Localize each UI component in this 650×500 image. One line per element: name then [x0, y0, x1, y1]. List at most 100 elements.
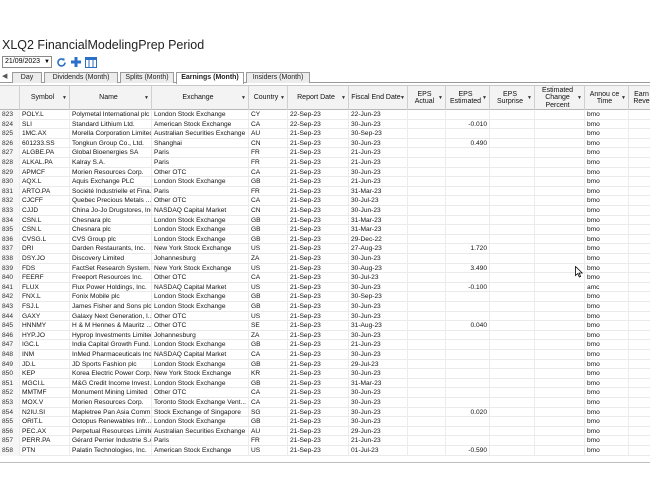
table-cell	[408, 321, 446, 331]
table-cell	[629, 177, 650, 187]
table-row[interactable]: 843 FSJ.L James Fisher and Sons plc London …	[0, 302, 650, 312]
table-cell: 21-Sep-23	[288, 407, 349, 418]
tab-dividends[interactable]: Dividends (Month)	[44, 72, 118, 83]
table-row[interactable]: 832 CJCFF Quebec Precious Metals ... Other …	[0, 196, 650, 206]
table-cell	[629, 436, 650, 446]
column-header-report-date[interactable]: Report Date ▼	[288, 86, 349, 110]
column-header-eps-surprise[interactable]: EPS Surprise ▼	[490, 86, 535, 110]
table-cell: InMed Pharmaceuticals Inc.	[72, 350, 152, 360]
column-header-estimated-change-percent[interactable]: Estimated Change Percent ▼	[535, 86, 585, 110]
table-cell: GB	[249, 234, 288, 245]
table-row[interactable]: 847 IGC.L India Capital Growth Fund... Lond…	[0, 340, 650, 350]
table-cell: CA	[249, 398, 288, 408]
table-cell: India Capital Growth Fund...	[72, 340, 152, 350]
table-row[interactable]: 841 FLUX Flux Power Holdings, Inc. NASDAQ C…	[0, 282, 650, 293]
table-cell	[535, 407, 585, 418]
filter-dropdown-icon[interactable]: ▼	[241, 95, 246, 103]
table-row[interactable]: 827 ALGBE.PA Global Bioenergies SA Paris FR 2…	[0, 148, 650, 158]
table-row[interactable]: 837 DRI Darden Restaurants, Inc. New York S…	[0, 244, 650, 254]
table-cell: Toronto Stock Exchange Vent...	[152, 398, 249, 408]
table-row[interactable]: 842 FNX.L Fonix Mobile plc London Stock Exc…	[0, 292, 650, 302]
table-row[interactable]: 857 PERR.PA Gérard Perrier Industrie S.A. P…	[0, 436, 650, 446]
table-row[interactable]: 824 SLI Standard Lithium Ltd. American Stoc…	[0, 119, 650, 130]
table-row[interactable]: 828 ALKAL.PA Kalray S.A. Paris FR 21-Sep-23 21…	[0, 158, 650, 168]
table-row[interactable]: 830 AQX.L Aquis Exchange PLC London Stock E…	[0, 177, 650, 187]
column-header-eps-actual[interactable]: EPS Actual ▼	[408, 86, 446, 110]
table-cell: H & M Hennes & Mauritz ...	[72, 321, 152, 331]
table-row[interactable]: 848 INM InMed Pharmaceuticals Inc. NASDAQ C…	[0, 350, 650, 360]
column-header-eps-estimated[interactable]: EPS Estimated ▼	[446, 86, 490, 110]
column-header-exchange[interactable]: Exchange ▼	[152, 86, 249, 110]
table-row[interactable]: 831 ARTO.PA Société Industrielle et Fina..…	[0, 186, 650, 197]
filter-dropdown-icon[interactable]: ▼	[62, 95, 67, 103]
chevron-down-icon[interactable]: ▼	[44, 57, 50, 67]
table-row[interactable]: 846 HYP.JO Hyprop Investments Limited Johan…	[0, 330, 650, 341]
filter-dropdown-icon[interactable]: ▼	[621, 95, 626, 103]
table-row[interactable]: 856 PEC.AX Perpetual Resources Limited Aust…	[0, 426, 650, 437]
table-row[interactable]: 840 FEERF Freeport Resources Inc. Other OTC…	[0, 273, 650, 283]
table-row[interactable]: 833 CJJD China Jo-Jo Drugstores, Inc. NASDA…	[0, 206, 650, 216]
date-picker[interactable]: 21/09/2023 ▼	[2, 56, 52, 68]
table-cell	[490, 138, 535, 149]
table-cell: 21-Sep-23	[288, 330, 349, 341]
table-cell	[629, 129, 650, 139]
column-header-label: EPS Surprise	[496, 90, 524, 106]
column-header-row-number[interactable]	[0, 86, 20, 110]
table-row[interactable]: 825 1MC.AX Morella Corporation Limited Aust…	[0, 129, 650, 139]
table-row[interactable]: 838 DSY.JO Discovery Limited Johannesburg ZA…	[0, 254, 650, 264]
table-cell: 30-Jun-23	[349, 206, 408, 216]
refresh-icon[interactable]	[55, 56, 67, 68]
filter-dropdown-icon[interactable]: ▼	[400, 95, 405, 103]
table-cell: London Stock Exchange	[152, 110, 249, 120]
table-row[interactable]: 855 ORIT.L Octopus Renewables Infr... Londo…	[0, 417, 650, 427]
table-row[interactable]: 834 CSN.L Chesnara plc London Stock Exchang…	[0, 215, 650, 226]
table-cell: bmo	[585, 244, 629, 254]
table-row[interactable]: 823 POLY.L Polymetal International plc Lond…	[0, 110, 650, 120]
filter-dropdown-icon[interactable]: ▼	[438, 95, 443, 103]
column-header-name[interactable]: Name ▼	[70, 86, 152, 110]
table-row[interactable]: 849 JD.L JD Sports Fashion plc London Stock…	[0, 359, 650, 370]
chevron-left-icon[interactable]: ◀	[2, 72, 10, 82]
column-header-symbol[interactable]: Symbol ▼	[20, 86, 70, 110]
table-cell: Australian Securities Exchange	[152, 426, 249, 437]
tab-splits[interactable]: Splits (Month)	[120, 72, 174, 83]
table-row[interactable]: 835 CSN.L Chesnara plc London Stock Exchang…	[0, 225, 650, 235]
column-header-country[interactable]: Country ▼	[249, 86, 288, 110]
table-cell: bmo	[585, 302, 629, 312]
tab-earnings[interactable]: Earnings (Month)	[176, 72, 244, 84]
table-cell	[535, 196, 585, 206]
column-header-earn-reve[interactable]: Earn Reve	[629, 86, 650, 110]
filter-dropdown-icon[interactable]: ▼	[280, 95, 285, 103]
table-cell	[629, 302, 650, 312]
table-row[interactable]: 826 601233.SS Tongkun Group Co., Ltd. Shang…	[0, 138, 650, 149]
table-cell: 21-Sep-23	[288, 186, 349, 197]
table-cell	[535, 330, 585, 341]
table-row[interactable]: 850 KEP Korea Electric Power Corp... New Yo…	[0, 369, 650, 379]
plus-icon[interactable]	[70, 56, 82, 68]
table-row[interactable]: 854 N2IU.SI Mapletree Pan Asia Comm... Stoc…	[0, 407, 650, 418]
table-cell: 30-Jun-23	[349, 311, 408, 322]
table-cell: London Stock Exchange	[152, 417, 249, 427]
filter-dropdown-icon[interactable]: ▼	[527, 95, 532, 103]
filter-dropdown-icon[interactable]: ▼	[341, 95, 346, 103]
table-cell: 30-Jun-23	[349, 254, 408, 264]
column-header-fiscal-end-date[interactable]: Fiscal End Date ▼	[349, 86, 408, 110]
table-row[interactable]: 844 GAXY Galaxy Next Generation, I... Other…	[0, 311, 650, 322]
table-row[interactable]: 851 MGCI.L M&G Credit Income Invest... Lond…	[0, 378, 650, 389]
tab-day[interactable]: Day	[12, 72, 42, 83]
tab-insiders[interactable]: Insiders (Month)	[246, 72, 310, 83]
table-row[interactable]: 852 MMTMF Monument Mining Limited Other OTC…	[0, 388, 650, 398]
columns-icon[interactable]	[85, 56, 97, 68]
filter-dropdown-icon[interactable]: ▼	[482, 95, 487, 103]
filter-dropdown-icon[interactable]: ▼	[577, 95, 582, 103]
table-row[interactable]: 853 MOX.V Morien Resources Corp. Toronto St…	[0, 398, 650, 408]
table-cell: GB	[249, 292, 288, 302]
table-row[interactable]: 829 APMCF Morien Resources Corp. Other OTC C…	[0, 167, 650, 178]
table-row[interactable]: 836 CVSG.L CVS Group plc London Stock Excha…	[0, 234, 650, 245]
filter-dropdown-icon[interactable]: ▼	[144, 95, 149, 103]
table-row[interactable]: 858 PTN Palatin Technologies, Inc. American…	[0, 446, 650, 456]
row-number: 837	[0, 244, 20, 254]
column-header-annou-ce-time[interactable]: Annou ce Time ▼	[585, 86, 629, 110]
table-row[interactable]: 839 FDS FactSet Research System... New York…	[0, 263, 650, 274]
table-row[interactable]: 845 HNNMY H & M Hennes & Mauritz ... Other …	[0, 321, 650, 331]
